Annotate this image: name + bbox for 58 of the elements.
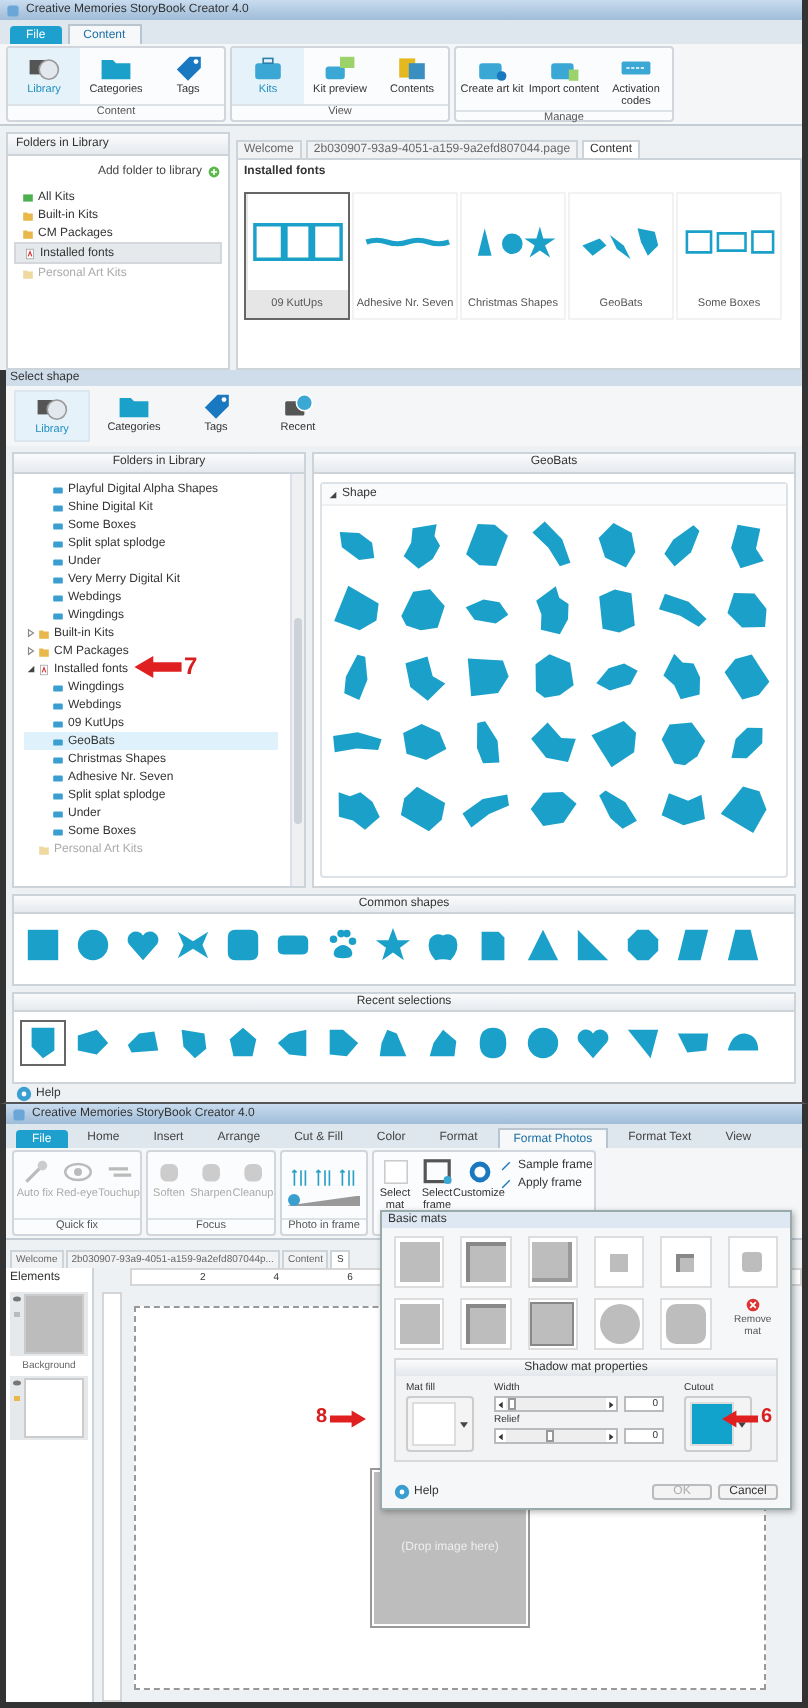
align-arrows-icon[interactable] — [313, 1165, 335, 1189]
callout-number: 7 — [184, 654, 198, 678]
mat-option[interactable] — [660, 1236, 712, 1288]
left-arrow-icon[interactable] — [496, 1399, 506, 1409]
align-arrows-icon[interactable] — [337, 1165, 359, 1189]
slider-thumb[interactable] — [546, 1430, 555, 1442]
mat-option[interactable] — [394, 1236, 445, 1288]
recent-shape[interactable] — [20, 1020, 66, 1066]
left-arrow-icon — [134, 655, 182, 677]
eye-icon[interactable] — [12, 1294, 22, 1304]
font-file-icon — [38, 663, 50, 675]
toolbox-picture-icon — [322, 52, 358, 84]
frame-icon — [419, 1156, 455, 1188]
mat-option[interactable] — [527, 1298, 578, 1350]
mat-fill-picker[interactable] — [406, 1396, 474, 1452]
mat-option[interactable] — [394, 1298, 445, 1350]
add-icon[interactable] — [208, 166, 220, 178]
toolbox-icon — [250, 52, 286, 84]
lock-icon[interactable] — [12, 1308, 22, 1318]
cutout-color-picker[interactable] — [684, 1396, 752, 1452]
right-arrow-icon[interactable] — [606, 1399, 616, 1409]
callout-number: 6 — [760, 1408, 772, 1428]
mat-option[interactable] — [594, 1236, 645, 1288]
font-file-icon — [24, 247, 36, 259]
app-icon — [6, 3, 20, 17]
boxes-icon — [394, 52, 430, 84]
scrollbar[interactable] — [290, 474, 304, 886]
slider-thumb[interactable] — [288, 1193, 300, 1205]
close-icon — [745, 1298, 760, 1312]
eye-icon[interactable] — [12, 1378, 22, 1388]
expander-icon[interactable] — [26, 664, 36, 674]
lock-icon[interactable] — [12, 1392, 22, 1402]
mat-option[interactable] — [460, 1298, 512, 1350]
mat-option[interactable] — [660, 1298, 712, 1350]
mat-option[interactable] — [594, 1298, 645, 1350]
map-shape[interactable] — [395, 782, 450, 836]
left-arrow-icon[interactable] — [496, 1431, 506, 1441]
slider[interactable] — [494, 1428, 618, 1444]
zoom-slider[interactable] — [288, 1195, 360, 1205]
frames-drawing — [247, 194, 347, 290]
slider-thumb[interactable] — [507, 1398, 516, 1410]
folder-icon — [38, 843, 50, 855]
mat-option[interactable] — [460, 1236, 512, 1288]
photo-element-thumbnail[interactable] — [24, 1294, 84, 1354]
map-shape[interactable] — [720, 650, 775, 704]
right-arrow-icon — [329, 1409, 366, 1427]
mat-option[interactable] — [727, 1236, 778, 1288]
dropdown-arrow-icon — [460, 1421, 468, 1427]
left-arrow-icon — [722, 1409, 759, 1427]
callout-number: 8 — [316, 1408, 328, 1428]
mat-option[interactable] — [527, 1236, 578, 1288]
right-arrow-icon[interactable] — [606, 1431, 616, 1441]
kits-icon — [22, 191, 34, 203]
app-icon — [12, 1107, 26, 1121]
align-arrows-icon[interactable] — [289, 1165, 311, 1189]
collapse-icon — [328, 489, 338, 499]
slider[interactable] — [494, 1396, 618, 1412]
help-icon — [394, 1484, 410, 1500]
